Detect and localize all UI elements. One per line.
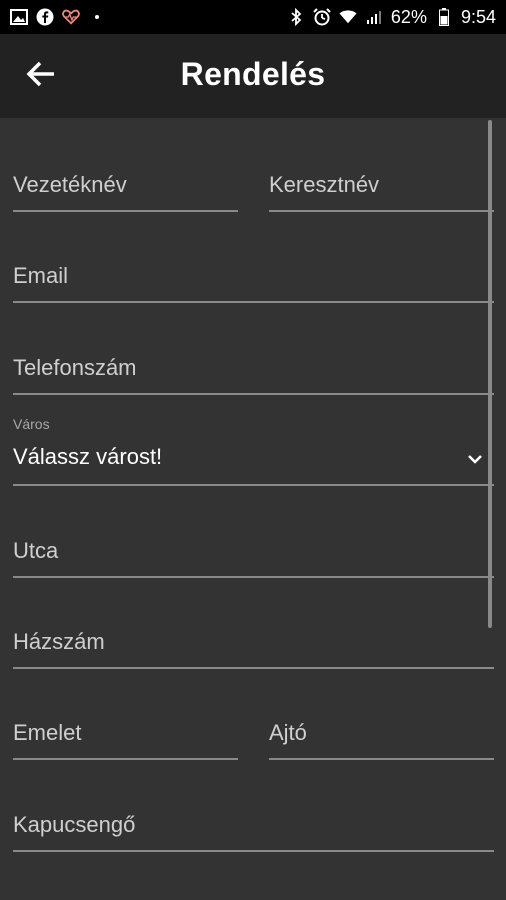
doorbell-field[interactable]: Kapucsengő	[13, 797, 494, 852]
facebook-icon	[36, 8, 54, 26]
email-field[interactable]: Email	[13, 248, 494, 303]
city-label: Város	[13, 416, 50, 432]
email-placeholder: Email	[13, 263, 69, 288]
order-form: Vezetéknév Keresztnév Email Telefonszám …	[0, 118, 506, 900]
city-select[interactable]: Város Válassz várost!	[13, 416, 494, 486]
doorbell-placeholder: Kapucsengő	[13, 812, 136, 837]
bluetooth-icon	[287, 8, 305, 26]
floor-field[interactable]: Emelet	[13, 705, 238, 760]
dot-icon	[88, 8, 106, 26]
alarm-icon	[313, 8, 331, 26]
street-placeholder: Utca	[13, 538, 59, 563]
last-name-placeholder: Vezetéknév	[13, 172, 127, 197]
status-bar-right: 62% 9:54	[287, 7, 496, 28]
battery-icon	[435, 8, 453, 26]
last-name-field[interactable]: Vezetéknév	[13, 158, 238, 212]
clock-time: 9:54	[460, 6, 496, 27]
first-name-field[interactable]: Keresztnév	[269, 158, 494, 212]
app-bar: Rendelés	[0, 34, 506, 118]
heart-icon	[62, 8, 80, 26]
door-placeholder: Ajtó	[269, 720, 307, 745]
street-field[interactable]: Utca	[13, 523, 494, 578]
phone-placeholder: Telefonszám	[13, 355, 137, 380]
chevron-down-icon	[466, 452, 484, 466]
battery-percent: 62%	[390, 6, 427, 27]
house-number-placeholder: Házszám	[13, 629, 105, 654]
status-bar: 62% 9:54	[0, 0, 506, 34]
first-name-placeholder: Keresztnév	[269, 172, 380, 197]
door-field[interactable]: Ajtó	[269, 705, 494, 760]
signal-icon	[365, 8, 383, 26]
wifi-icon	[339, 8, 357, 26]
status-bar-left	[10, 8, 106, 26]
floor-placeholder: Emelet	[13, 720, 82, 745]
phone-field[interactable]: Telefonszám	[13, 340, 494, 395]
city-value: Válassz várost!	[13, 444, 163, 469]
image-icon	[10, 8, 28, 26]
page-title: Rendelés	[180, 56, 326, 92]
scrollbar[interactable]	[488, 120, 492, 628]
house-number-field[interactable]: Házszám	[13, 614, 494, 669]
